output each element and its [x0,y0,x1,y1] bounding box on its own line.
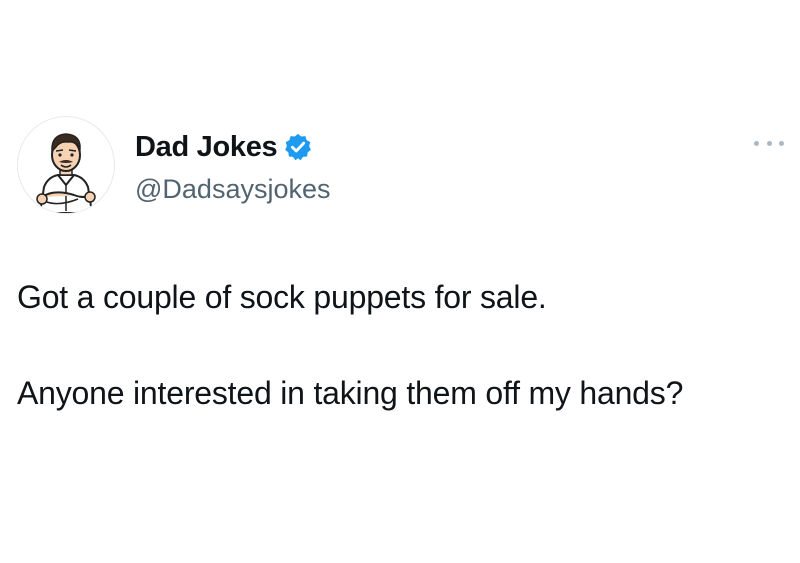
tweet: Dad Jokes @Dadsaysjokes Got a couple of … [0,0,800,563]
verified-badge-icon [285,133,312,161]
handle[interactable]: @Dadsaysjokes [135,174,331,205]
author-identity: Dad Jokes @Dadsaysjokes [135,128,331,205]
more-dot [779,140,784,146]
name-row: Dad Jokes [135,128,331,166]
tweet-text: Got a couple of sock puppets for sale. A… [17,273,757,417]
more-dot [766,140,772,146]
avatar[interactable] [17,116,115,214]
more-options-icon[interactable] [754,133,784,153]
cartoon-dad-avatar-icon [36,133,96,213]
tweet-paragraph: Got a couple of sock puppets for sale. [17,279,547,315]
more-dot [754,140,759,146]
tweet-paragraph: Anyone interested in taking them off my … [17,375,684,411]
display-name[interactable]: Dad Jokes [135,131,278,164]
